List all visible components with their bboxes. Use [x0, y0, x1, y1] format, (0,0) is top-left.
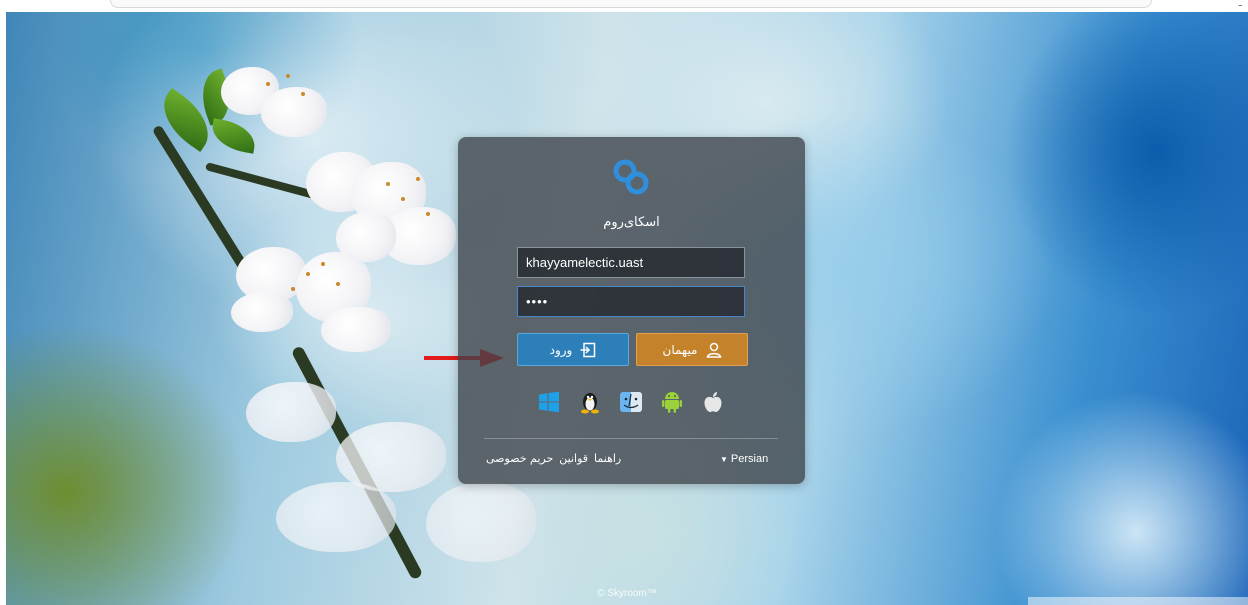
macos-finder-icon[interactable] [618, 389, 644, 415]
help-link[interactable]: راهنما [594, 452, 621, 465]
android-icon[interactable] [659, 389, 685, 415]
guest-button-label: میهمان [662, 342, 698, 357]
terms-link[interactable]: قوانین [559, 452, 588, 465]
caret-down-icon: ▼ [720, 454, 728, 464]
apple-icon[interactable] [700, 389, 726, 415]
password-field[interactable] [517, 286, 745, 317]
linux-icon[interactable] [577, 389, 603, 415]
top-right-glyph: ـ [1238, 0, 1242, 9]
guest-button[interactable]: میهمان [636, 333, 748, 366]
login-button-label: ورود [549, 342, 573, 357]
login-card: اسکای‌روم ورود میهمان [458, 137, 805, 484]
privacy-link[interactable]: حریم خصوصی [486, 452, 553, 465]
app-name: اسکای‌روم [603, 215, 660, 230]
footer-links: راهنما قوانین حریم خصوصی [486, 452, 621, 465]
language-label: Persian [730, 453, 769, 465]
address-bar-edge [110, 0, 1152, 8]
language-select[interactable]: ▼ Persian [720, 453, 768, 465]
windows-icon[interactable] [536, 389, 562, 415]
footer-divider [484, 438, 778, 439]
login-button[interactable]: ورود [517, 333, 629, 366]
sign-in-icon [580, 342, 596, 357]
platform-downloads [536, 389, 726, 415]
skyroom-logo-icon [613, 159, 649, 195]
user-icon [706, 342, 721, 358]
username-field[interactable] [517, 247, 745, 278]
faint-watermark-strip [1028, 597, 1248, 605]
browser-top-strip: ـ [0, 0, 1248, 12]
